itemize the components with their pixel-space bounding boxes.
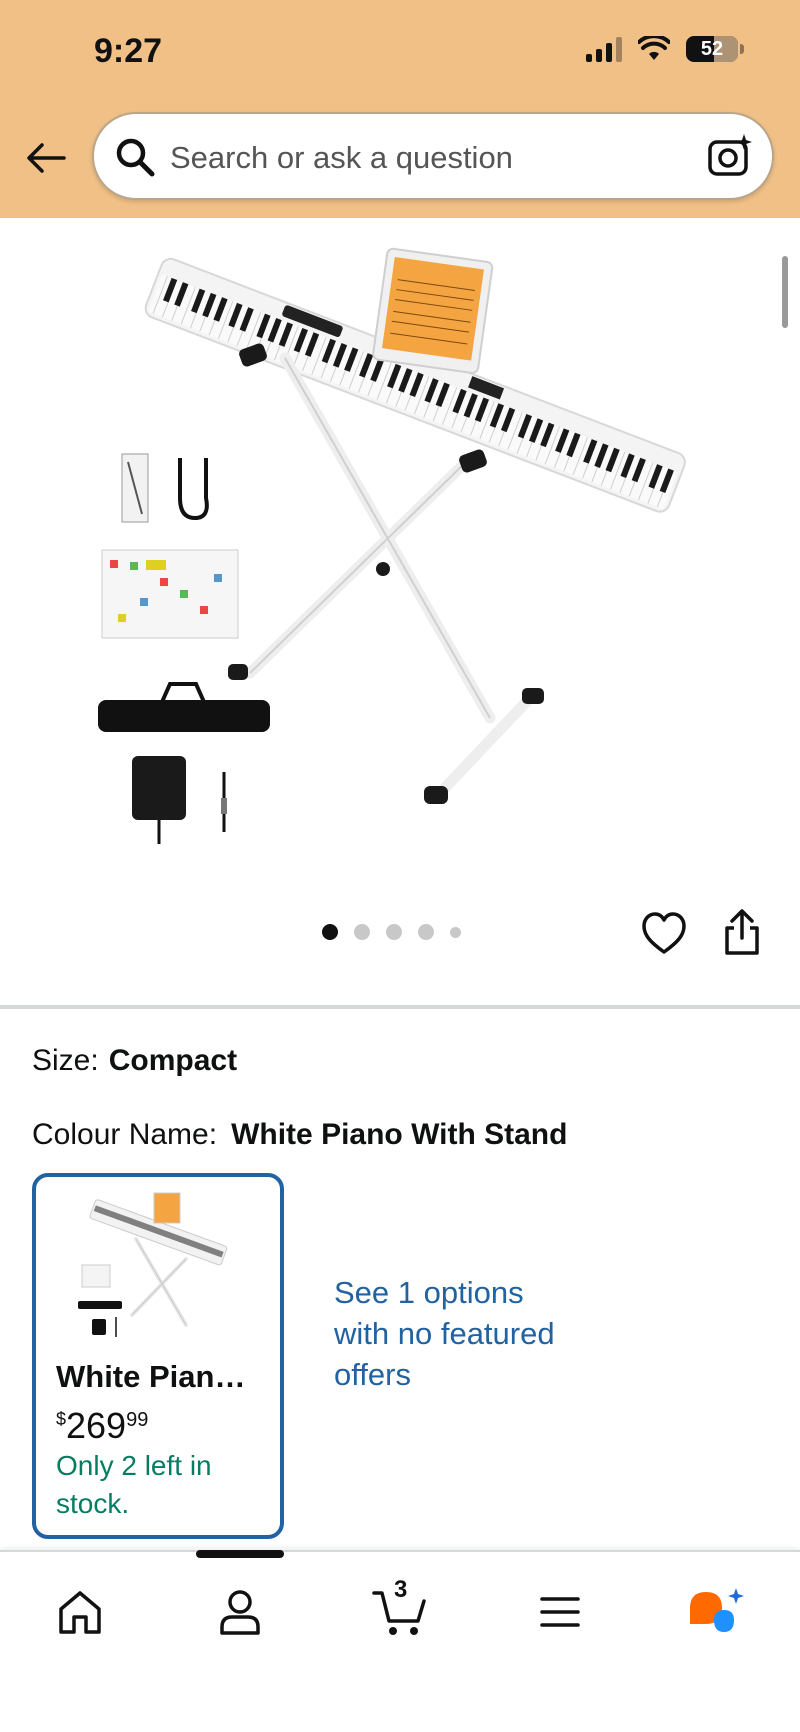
- size-selection: Size: Compact: [32, 1044, 237, 1078]
- header: 9:27 52 Search or ask a question: [0, 0, 800, 218]
- nav-cart[interactable]: 3: [368, 1576, 432, 1644]
- cellular-signal-icon: [586, 36, 622, 62]
- scroll-indicator[interactable]: [782, 256, 788, 328]
- status-icons: 52: [586, 36, 744, 62]
- size-value: Compact: [108, 1044, 238, 1077]
- nav-menu[interactable]: [528, 1580, 592, 1644]
- colour-label: Colour Name:: [32, 1118, 218, 1151]
- carousel-dot[interactable]: [418, 924, 434, 940]
- camera-lens-icon[interactable]: [706, 132, 754, 180]
- stock-status: Only 2 left in stock.: [56, 1450, 212, 1519]
- size-label: Size:: [32, 1044, 99, 1077]
- colour-value: White Piano With Stand: [231, 1118, 568, 1151]
- share-button[interactable]: [722, 908, 770, 956]
- variant-thumbnail: [78, 1192, 228, 1337]
- tab-indicator: [196, 1550, 284, 1558]
- nav-home[interactable]: [48, 1580, 112, 1644]
- nav-rufus[interactable]: [684, 1580, 748, 1644]
- see-options-link[interactable]: See 1 options with no featured offers: [334, 1272, 574, 1395]
- menu-icon: [540, 1597, 580, 1627]
- section-divider: [0, 1005, 800, 1009]
- colour-variant-card[interactable]: White Pian… $26999 Only 2 left in stock.: [32, 1173, 284, 1539]
- price-cents: 99: [126, 1409, 149, 1431]
- variant-title: White Pian…: [56, 1359, 246, 1394]
- status-time: 9:27: [94, 32, 163, 70]
- share-icon: [725, 909, 759, 955]
- image-carousel-dots[interactable]: [322, 924, 461, 940]
- back-arrow-icon: [27, 143, 66, 173]
- currency-symbol: $: [56, 1409, 67, 1429]
- battery-level: 52: [700, 37, 724, 60]
- price-whole: 269: [66, 1405, 127, 1446]
- nav-account[interactable]: [208, 1580, 272, 1644]
- home-icon: [59, 1591, 101, 1634]
- piano-illustration: [98, 247, 686, 844]
- back-button[interactable]: [24, 136, 68, 180]
- person-icon: [220, 1590, 260, 1635]
- bottom-nav: 3: [0, 1550, 800, 1732]
- carousel-dot[interactable]: [386, 924, 402, 940]
- carousel-dot[interactable]: [450, 926, 461, 938]
- search-placeholder: Search or ask a question: [170, 140, 513, 175]
- search-input[interactable]: Search or ask a question: [92, 112, 774, 200]
- rufus-icon: [690, 1588, 744, 1632]
- search-icon: [116, 138, 155, 177]
- add-to-list-button[interactable]: [640, 910, 688, 958]
- heart-icon: [642, 912, 686, 954]
- colour-selection: Colour Name: White Piano With Stand: [32, 1118, 567, 1152]
- carousel-dot[interactable]: [322, 924, 338, 940]
- product-image[interactable]: [0, 218, 800, 878]
- variant-price: $26999: [56, 1405, 148, 1447]
- battery-tip: [740, 44, 744, 54]
- carousel-dot[interactable]: [354, 924, 370, 940]
- wifi-icon: [638, 36, 670, 60]
- battery-icon: 52: [686, 36, 738, 62]
- cart-count-badge: 3: [394, 1576, 408, 1603]
